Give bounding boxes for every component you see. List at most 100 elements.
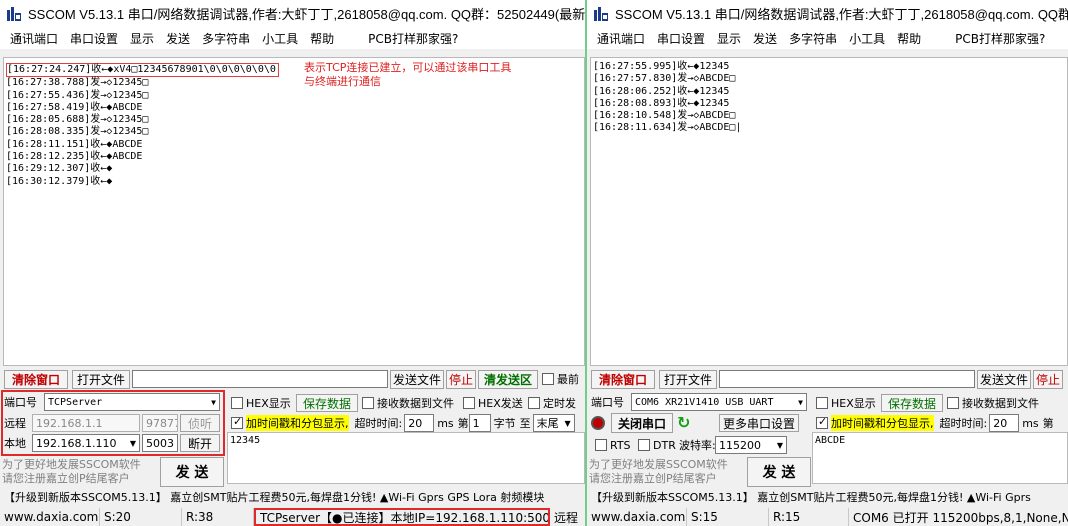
menu-serial-settings[interactable]: 串口设置 [64, 30, 124, 47]
port-row: 端口号 TCPServer ▼ [4, 393, 220, 411]
received-count: R:15 [769, 508, 849, 526]
send-text-area[interactable]: ABCDE [812, 432, 1068, 484]
send-file-button[interactable]: 发送文件 [977, 369, 1031, 389]
timestamp-label: 加时间戳和分包显示, [831, 415, 934, 431]
byte-label: 字节 [493, 417, 516, 430]
clear-window-button[interactable]: 清除窗口 [591, 369, 655, 389]
nth-byte-input[interactable]: 1 [468, 414, 491, 432]
local-ip-select[interactable]: 192.168.1.110 ▼ [32, 434, 140, 452]
display-options-row: HEX显示 保存数据 接收数据到文件 [816, 394, 1039, 412]
clear-send-area-button[interactable]: 清发送区 [478, 369, 538, 389]
menu-help[interactable]: 帮助 [304, 30, 340, 47]
send-button[interactable]: 发 送 [160, 457, 224, 487]
menu-comm-port[interactable]: 通讯端口 [591, 30, 651, 47]
menu-display[interactable]: 显示 [124, 30, 160, 47]
port-select[interactable]: COM6 XR21V1410 USB UART ▼ [631, 393, 807, 411]
menu-tools[interactable]: 小工具 [843, 30, 891, 47]
send-button[interactable]: 发 送 [747, 457, 811, 487]
menu-display[interactable]: 显示 [711, 30, 747, 47]
port-select[interactable]: TCPServer ▼ [44, 393, 220, 411]
refresh-icon[interactable]: ↻ [677, 415, 695, 431]
display-options-row: HEX显示 保存数据 接收数据到文件 HEX发送 定时发 [231, 394, 576, 412]
timeout-input[interactable]: 20 [404, 414, 435, 432]
file-path-input[interactable] [132, 370, 388, 388]
log-line: [16:28:11.151]收←◆ABCDE [6, 138, 143, 150]
menu-send[interactable]: 发送 [747, 30, 783, 47]
disconnect-button[interactable]: 断开 [180, 434, 220, 452]
menu-send[interactable]: 发送 [160, 30, 196, 47]
sent-count: S:20 [100, 508, 182, 526]
left-sscom-window: SSCOM V5.13.1 串口/网络数据调试器,作者:大虾丁丁,2618058… [0, 0, 585, 526]
more-serial-settings-button[interactable]: 更多串口设置 [719, 414, 799, 432]
recv-to-file-label: 接收数据到文件 [962, 397, 1039, 410]
timed-send-checkbox[interactable] [528, 397, 540, 409]
recv-to-file-checkbox[interactable] [362, 397, 374, 409]
clear-window-button[interactable]: 清除窗口 [4, 369, 68, 389]
note-line: 为了更好地发展SSCOM软件 [589, 458, 728, 471]
most-front-checkbox[interactable] [542, 373, 554, 385]
listen-button[interactable]: 侦听 [180, 414, 220, 432]
dtr-checkbox[interactable] [638, 439, 650, 451]
sent-count: S:15 [687, 508, 769, 526]
note-line: 请您注册嘉立创P结尾客户 [589, 472, 717, 485]
ad-bar[interactable]: 【升级到新版本SSCOM5.13.1】 嘉立创SMT贴片工程费50元,每焊盘1分… [587, 487, 1068, 506]
menu-help[interactable]: 帮助 [891, 30, 927, 47]
open-file-button[interactable]: 打开文件 [72, 369, 130, 389]
menu-comm-port[interactable]: 通讯端口 [4, 30, 64, 47]
baud-label: 波特率: [679, 439, 716, 452]
dropdown-arrow-icon: ▼ [776, 440, 783, 450]
receive-log[interactable]: [16:27:24.247]收←◆xV4□12345678901\0\0\0\0… [3, 57, 585, 366]
menu-multi-string[interactable]: 多字符串 [196, 30, 256, 47]
timestamp-checkbox[interactable] [816, 415, 828, 429]
hex-display-checkbox[interactable] [816, 397, 828, 409]
recv-to-file-checkbox[interactable] [947, 397, 959, 409]
timeout-input[interactable]: 20 [989, 414, 1020, 432]
receive-log[interactable]: [16:27:55.995]收←◆12345 [16:27:57.830]发→◇… [590, 57, 1068, 366]
timestamp-checkbox[interactable] [231, 415, 243, 429]
ms-label: ms [437, 416, 454, 430]
menu-pcb[interactable]: PCB打样那家强? [362, 30, 464, 47]
local-label: 本地 [4, 437, 26, 450]
dropdown-arrow-icon: ▼ [798, 397, 803, 407]
end-select[interactable]: 末尾 ▼ [532, 414, 575, 432]
timeout-label: 超时时间: [939, 417, 988, 430]
local-port-input[interactable]: 5003 [142, 434, 178, 452]
menu-bar: 通讯端口 串口设置 显示 发送 多字符串 小工具 帮助 PCB打样那家强? [587, 27, 1068, 49]
menu-tools[interactable]: 小工具 [256, 30, 304, 47]
log-line: [16:28:12.235]收←◆ABCDE [6, 151, 143, 163]
status-bar: www.daxia.com S:20 R:38 TCPserver【●已连接】本… [0, 508, 585, 526]
note-line: 请您注册嘉立创P结尾客户 [2, 472, 130, 485]
rts-dtr-row: RTS DTR 波特率: 115200 ▼ [595, 436, 787, 454]
close-port-button[interactable]: 关闭串口 [611, 413, 673, 433]
save-data-button[interactable]: 保存数据 [296, 394, 358, 412]
port-value: TCPServer [48, 396, 103, 408]
menu-pcb[interactable]: PCB打样那家强? [949, 30, 1051, 47]
save-data-button[interactable]: 保存数据 [881, 394, 943, 412]
website-link[interactable]: www.daxia.com [587, 508, 687, 526]
most-front-label: 最前 [557, 373, 579, 386]
website-link[interactable]: www.daxia.com [0, 508, 100, 526]
port-label: 端口号 [4, 396, 37, 409]
timestamp-row: 加时间戳和分包显示, 超时时间: 20 ms 第 1 字节 至 末尾 ▼ [231, 414, 575, 432]
ad-bar[interactable]: 【升级到新版本SSCOM5.13.1】 嘉立创SMT贴片工程费50元,每焊盘1分… [0, 487, 585, 506]
send-file-button[interactable]: 发送文件 [390, 369, 444, 389]
hex-send-checkbox[interactable] [463, 397, 475, 409]
stop-button[interactable]: 停止 [1033, 369, 1063, 389]
stop-button[interactable]: 停止 [446, 369, 476, 389]
open-file-button[interactable]: 打开文件 [659, 369, 717, 389]
log-line: [16:27:58.419]收←◆ABCDE [6, 101, 143, 113]
rts-checkbox[interactable] [595, 439, 607, 451]
log-line: [16:27:55.995]收←◆12345 [593, 61, 730, 72]
log-line: [16:28:11.634]发→◇ABCDE□| [593, 122, 742, 134]
baud-select[interactable]: 115200 ▼ [715, 436, 787, 454]
hex-display-checkbox[interactable] [231, 397, 243, 409]
file-path-input[interactable] [719, 370, 975, 388]
send-text-area[interactable]: 12345 [227, 432, 585, 484]
dtr-label: DTR [653, 438, 676, 452]
menu-serial-settings[interactable]: 串口设置 [651, 30, 711, 47]
hex-send-label: HEX发送 [478, 397, 523, 410]
menu-multi-string[interactable]: 多字符串 [783, 30, 843, 47]
remote-ip-input[interactable]: 192.168.1.1 [32, 414, 140, 432]
register-note: 为了更好地发展SSCOM软件 请您注册嘉立创P结尾客户 [589, 458, 728, 486]
remote-port-input[interactable]: 97877 [142, 414, 178, 432]
